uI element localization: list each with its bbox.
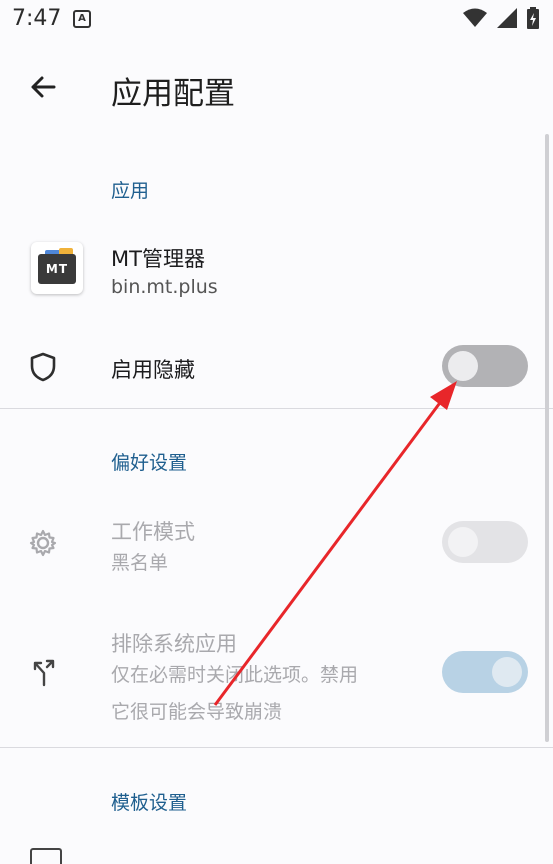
scrollbar[interactable] [545, 134, 549, 742]
work-mode-value: 黑名单 [111, 552, 169, 574]
page-title: 应用配置 [111, 76, 235, 112]
signal-icon [497, 8, 517, 28]
status-icons [463, 7, 539, 29]
enable-hide-switch[interactable] [442, 345, 528, 387]
section-header-preferences: 偏好设置 [111, 452, 188, 474]
status-time: 7:47 [12, 6, 62, 31]
divider [0, 747, 553, 748]
shield-icon [30, 352, 56, 382]
enable-hide-label: 启用隐藏 [111, 358, 195, 382]
gear-icon [29, 529, 57, 557]
exclude-system-switch[interactable] [442, 651, 528, 693]
battery-icon [527, 7, 539, 29]
back-arrow-icon[interactable] [26, 70, 60, 104]
work-mode-label: 工作模式 [111, 520, 195, 544]
divider [0, 408, 553, 409]
exclude-system-label: 排除系统应用 [111, 632, 237, 656]
notification-icon: A [73, 10, 91, 28]
exclude-system-description-2: 它很可能会导致崩溃 [111, 701, 283, 723]
wifi-icon [463, 8, 487, 27]
section-header-template: 模板设置 [111, 792, 188, 814]
section-header-app: 应用 [111, 180, 150, 202]
exclude-system-description-1: 仅在必需时关闭此选项。禁用 [111, 664, 359, 686]
app-name: MT管理器 [111, 247, 205, 271]
template-icon [30, 848, 62, 864]
app-icon: MT [31, 242, 83, 294]
app-package: bin.mt.plus [111, 276, 218, 298]
annotation-arrow [213, 381, 457, 706]
call-split-icon [33, 659, 55, 687]
work-mode-switch[interactable] [442, 521, 528, 563]
